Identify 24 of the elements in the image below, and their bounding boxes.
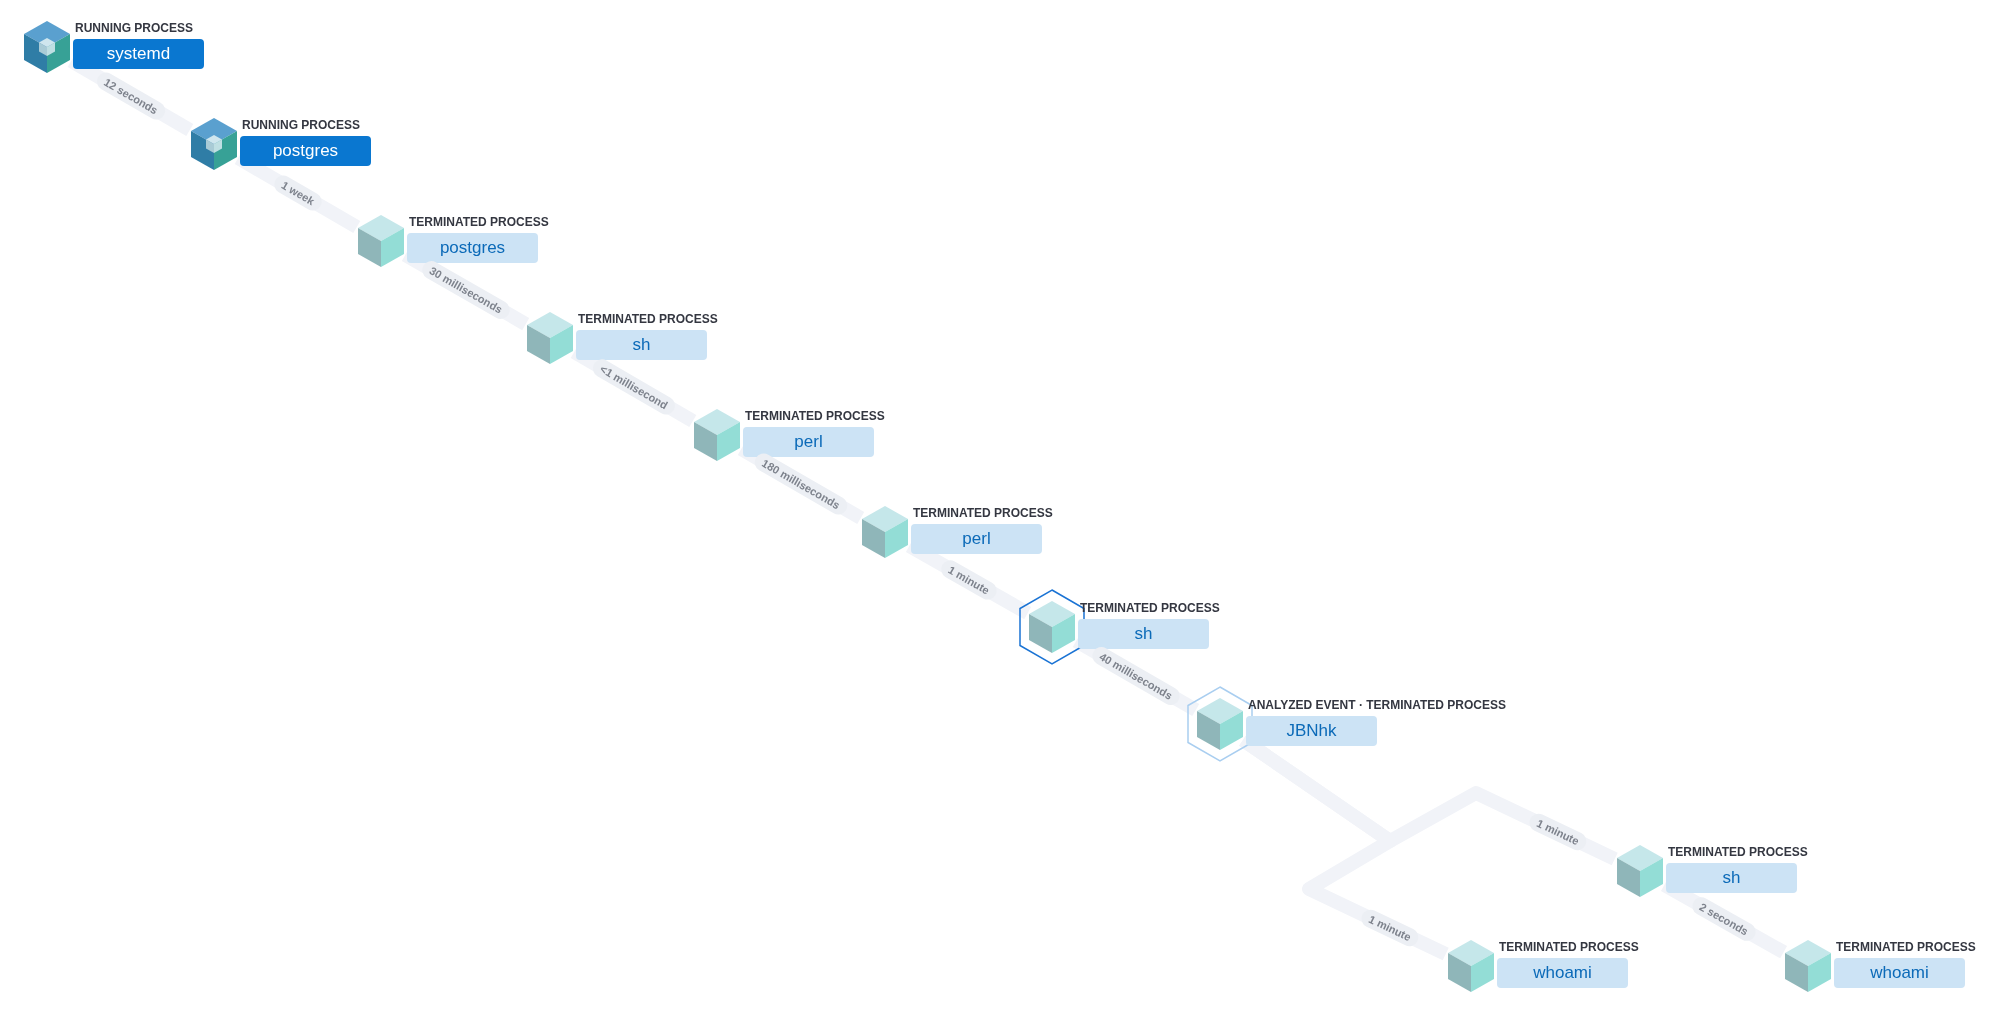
process-name-button[interactable]: JBNhk (1246, 716, 1377, 746)
process-state-label: TERMINATED PROCESS (745, 409, 885, 423)
cube-icon (1197, 698, 1243, 750)
process-state-label: TERMINATED PROCESS (1080, 601, 1220, 615)
process-state-label: TERMINATED PROCESS (1836, 940, 1976, 954)
process-state-label: ANALYZED EVENT · TERMINATED PROCESS (1248, 698, 1507, 712)
process-state-label: RUNNING PROCESS (75, 21, 193, 35)
process-state-label: TERMINATED PROCESS (1668, 845, 1808, 859)
cube-icon (1029, 601, 1075, 653)
process-state-label: TERMINATED PROCESS (913, 506, 1053, 520)
process-name-button[interactable]: whoami (1497, 958, 1628, 988)
process-name-button[interactable]: perl (911, 524, 1042, 554)
process-name-button[interactable]: postgres (407, 233, 538, 263)
process-name-button[interactable]: sh (576, 330, 707, 360)
process-name-button[interactable]: sh (1666, 863, 1797, 893)
process-name-button[interactable]: whoami (1834, 958, 1965, 988)
process-name-button[interactable]: sh (1078, 619, 1209, 649)
process-name-button[interactable]: perl (743, 427, 874, 457)
process-name-button[interactable]: postgres (240, 136, 371, 166)
process-name-button[interactable]: systemd (73, 39, 204, 69)
process-state-label: RUNNING PROCESS (242, 118, 360, 132)
process-state-label: TERMINATED PROCESS (1499, 940, 1639, 954)
process-state-label: TERMINATED PROCESS (578, 312, 718, 326)
process-state-label: TERMINATED PROCESS (409, 215, 549, 229)
